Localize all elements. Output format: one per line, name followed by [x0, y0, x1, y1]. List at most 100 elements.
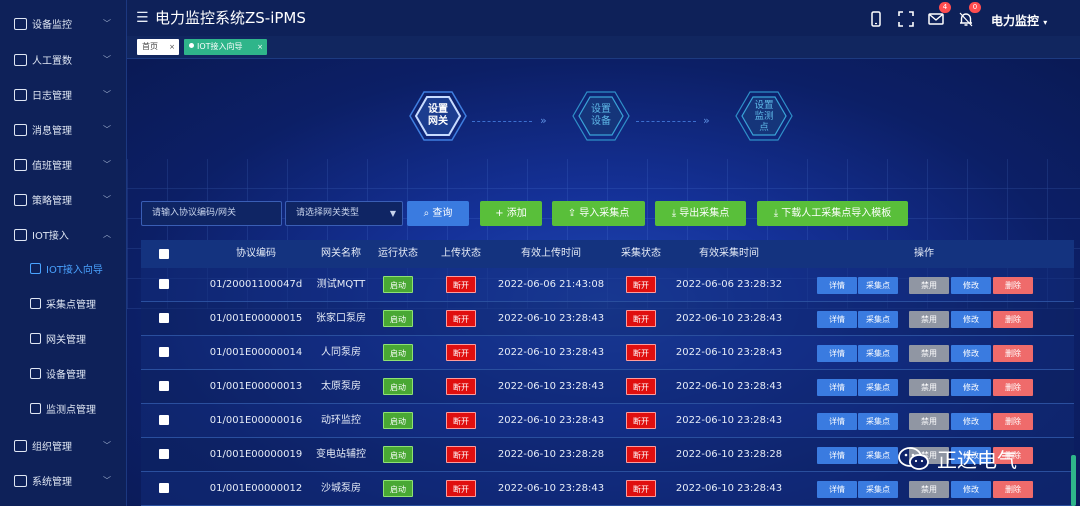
table-row[interactable]: 01/20001100047d 测试MQTT 启动 断开 2022-06-06 21:4… — [141, 268, 1074, 302]
sidebar-item-device-manage[interactable]: 设备管理 — [0, 356, 127, 391]
download-template-button[interactable]: ⤓ 下载人工采集点导入模板 — [757, 201, 908, 226]
detail-button[interactable]: 详情 — [817, 345, 857, 362]
points-button[interactable]: 采集点 — [858, 379, 898, 396]
collect-status-badge: 断开 — [626, 275, 656, 293]
protocol-code: 01/001E00000013 — [209, 381, 303, 392]
sidebar-item-message[interactable]: 消息管理 ﹀ — [0, 112, 127, 147]
scrollbar[interactable] — [1071, 455, 1076, 506]
user-menu[interactable]: 电力监控 ▾ — [991, 12, 1047, 29]
delete-button[interactable]: 删除 — [993, 345, 1033, 362]
column-header: 采集状态 — [621, 248, 661, 259]
alert-button[interactable]: 0 — [958, 2, 981, 27]
points-button[interactable]: 采集点 — [858, 413, 898, 430]
tab-iot-wizard[interactable]: IOT接入向导 × — [184, 39, 267, 55]
user-name: 电力监控 — [991, 14, 1040, 28]
delete-button[interactable]: 删除 — [993, 311, 1033, 328]
query-button[interactable]: ⌕ 查询 — [407, 201, 469, 226]
upload-status-cell: 断开 — [430, 302, 492, 336]
collect-time: 2022-06-06 23:28:32 — [675, 279, 783, 290]
sidebar-item-strategy[interactable]: 策略管理 ﹀ — [0, 182, 127, 217]
sidebar-item-label: 组织管理 — [32, 442, 72, 453]
detail-button[interactable]: 详情 — [817, 447, 857, 464]
disable-button[interactable]: 禁用 — [909, 311, 949, 328]
export-points-button[interactable]: ⤓ 导出采集点 — [655, 201, 746, 226]
upload-time: 2022-06-10 23:28:28 — [497, 449, 605, 460]
sidebar-item-manual-input[interactable]: 人工置数 ﹀ — [0, 42, 127, 77]
import-points-button[interactable]: ⇪ 导入采集点 — [552, 201, 645, 226]
mail-button[interactable]: 4 — [928, 2, 951, 27]
upload-icon: ⇪ — [567, 208, 577, 219]
protocol-search-input[interactable]: 请输入协议编码/网关 — [141, 201, 282, 226]
edit-button[interactable]: 修改 — [951, 379, 991, 396]
delete-button[interactable]: 删除 — [993, 481, 1033, 498]
detail-button[interactable]: 详情 — [817, 481, 857, 498]
delete-button[interactable]: 删除 — [993, 379, 1033, 396]
chevron-down-icon: ﹀ — [103, 90, 111, 99]
fullscreen-icon[interactable] — [898, 11, 914, 27]
sidebar-item-system[interactable]: 系统管理 ﹀ — [0, 463, 127, 498]
log-icon — [14, 88, 27, 101]
protocol-code: 01/001E00000015 — [209, 313, 303, 324]
table-row[interactable]: 01/001E00000013 太原泵房 启动 断开 2022-06-10 23:28:… — [141, 370, 1074, 404]
mobile-icon[interactable] — [868, 11, 884, 27]
table-row[interactable]: 01/001E00000012 沙城泵房 启动 断开 2022-06-10 23:28:… — [141, 472, 1074, 506]
points-button[interactable]: 采集点 — [858, 447, 898, 464]
table-row[interactable]: 01/001E00000014 人同泵房 启动 断开 2022-06-10 23:28:… — [141, 336, 1074, 370]
select-all-checkbox[interactable] — [159, 249, 169, 259]
step-set-gateway[interactable]: 设置 网关 — [409, 90, 467, 142]
close-icon[interactable]: × — [169, 39, 175, 55]
edit-button[interactable]: 修改 — [951, 345, 991, 362]
sidebar-item-device-monitor[interactable]: 设备监控 ﹀ — [0, 6, 127, 41]
disable-button[interactable]: 禁用 — [909, 379, 949, 396]
detail-button[interactable]: 详情 — [817, 379, 857, 396]
chevron-down-icon: ﹀ — [103, 195, 111, 204]
watermark-text: 正达电气 — [937, 448, 1017, 472]
row-checkbox[interactable] — [159, 279, 169, 289]
gateway-type-select[interactable]: 请选择网关类型 ▼ — [285, 201, 403, 226]
edit-button[interactable]: 修改 — [951, 413, 991, 430]
row-checkbox[interactable] — [159, 415, 169, 425]
sidebar-item-monitor-point-manage[interactable]: 监测点管理 — [0, 391, 127, 426]
message-icon — [14, 123, 27, 136]
disable-button[interactable]: 禁用 — [909, 481, 949, 498]
step-set-device[interactable]: 设置 设备 — [572, 90, 630, 142]
detail-button[interactable]: 详情 — [817, 277, 857, 294]
button-label: 导入采集点 — [579, 208, 630, 219]
edit-button[interactable]: 修改 — [951, 277, 991, 294]
close-icon[interactable]: × — [257, 39, 263, 55]
row-checkbox[interactable] — [159, 449, 169, 459]
delete-button[interactable]: 删除 — [993, 413, 1033, 430]
menu-toggle-icon[interactable]: ☰ — [136, 10, 149, 26]
edit-button[interactable]: 修改 — [951, 481, 991, 498]
disable-button[interactable]: 禁用 — [909, 345, 949, 362]
sidebar-item-log[interactable]: 日志管理 ﹀ — [0, 77, 127, 112]
sidebar-item-iot-wizard[interactable]: IOT接入向导 — [0, 251, 127, 286]
table-row[interactable]: 01/001E00000016 动环监控 启动 断开 2022-06-10 23:28:… — [141, 404, 1074, 438]
sidebar-item-org[interactable]: 组织管理 ﹀ — [0, 428, 127, 463]
disable-button[interactable]: 禁用 — [909, 413, 949, 430]
disable-button[interactable]: 禁用 — [909, 277, 949, 294]
points-button[interactable]: 采集点 — [858, 311, 898, 328]
row-checkbox[interactable] — [159, 483, 169, 493]
table-row[interactable]: 01/001E00000015 张家口泵房 启动 断开 2022-06-10 23:28… — [141, 302, 1074, 336]
add-button[interactable]: + 添加 — [480, 201, 542, 226]
upload-status-badge: 断开 — [446, 275, 476, 293]
edit-button[interactable]: 修改 — [951, 311, 991, 328]
tab-home[interactable]: 首页 × — [137, 39, 179, 55]
row-checkbox[interactable] — [159, 381, 169, 391]
points-button[interactable]: 采集点 — [858, 481, 898, 498]
sidebar-item-point-manage[interactable]: 采集点管理 — [0, 286, 127, 321]
step-set-monitor-point[interactable]: 设置 监测 点 — [735, 90, 793, 142]
sidebar-item-duty[interactable]: 值班管理 ﹀ — [0, 147, 127, 182]
watermark: 正达电气 — [897, 444, 1057, 474]
row-checkbox[interactable] — [159, 313, 169, 323]
row-checkbox[interactable] — [159, 347, 169, 357]
detail-button[interactable]: 详情 — [817, 311, 857, 328]
delete-button[interactable]: 删除 — [993, 277, 1033, 294]
run-status-badge: 启动 — [383, 309, 413, 327]
sidebar-item-gateway-manage[interactable]: 网关管理 — [0, 321, 127, 356]
points-button[interactable]: 采集点 — [858, 277, 898, 294]
sidebar-item-iot[interactable]: IOT接入 ︿ — [0, 217, 127, 252]
points-button[interactable]: 采集点 — [858, 345, 898, 362]
detail-button[interactable]: 详情 — [817, 413, 857, 430]
